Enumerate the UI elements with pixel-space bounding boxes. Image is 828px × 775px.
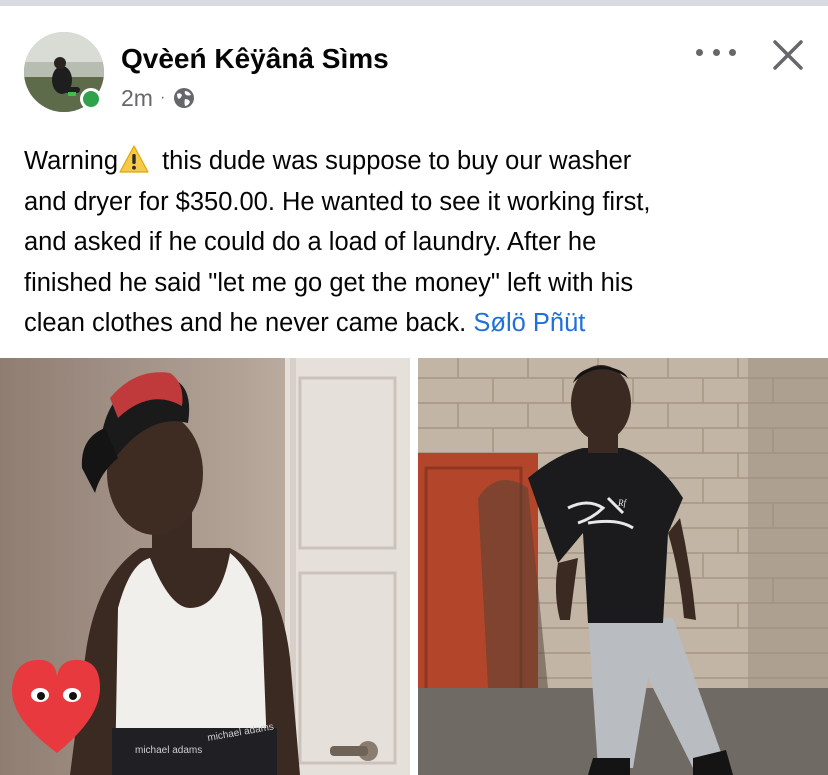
text-segment: clean clothes and he never came back. [24, 309, 474, 337]
more-options-icon[interactable] [696, 40, 736, 64]
post-meta: 2m · [121, 84, 195, 112]
author-avatar[interactable] [24, 32, 104, 112]
shirt-logo-text: Rf [617, 498, 627, 508]
author-name[interactable]: Qvèeń Kêÿânâ Sìms [121, 43, 389, 75]
post-text-line-5: clean clothes and he never came back. Sø… [24, 303, 814, 344]
mention-link[interactable]: Sølö Pñüt [473, 309, 585, 337]
post-body-text: Warning this dude was suppose to buy our… [24, 141, 814, 344]
meta-separator: · [159, 89, 166, 106]
close-icon[interactable] [771, 38, 805, 72]
post-text-line-3: and asked if he could do a load of laund… [24, 228, 597, 256]
post-text-line-4: finished he said "let me go get the mone… [24, 268, 634, 297]
online-status-indicator [80, 88, 102, 110]
photo-man-white-tank-top[interactable]: michael adams michael adams [0, 358, 410, 775]
warning-icon [119, 145, 149, 173]
post-text-line-2: and dryer for $350.00. He wanted to see … [24, 187, 651, 216]
globe-icon[interactable] [173, 87, 195, 109]
post-timestamp[interactable]: 2m [121, 85, 153, 112]
text-segment: this dude was suppose to buy our washer [155, 147, 632, 175]
photo-man-black-tshirt[interactable]: Rf [418, 358, 828, 775]
post-text-line-1: Warning this dude was suppose to buy our… [24, 141, 814, 182]
text-segment: Warning [24, 147, 119, 175]
svg-text:michael adams: michael adams [135, 745, 202, 756]
post-header: Qvèeń Kêÿânâ Sìms 2m · [0, 6, 828, 126]
